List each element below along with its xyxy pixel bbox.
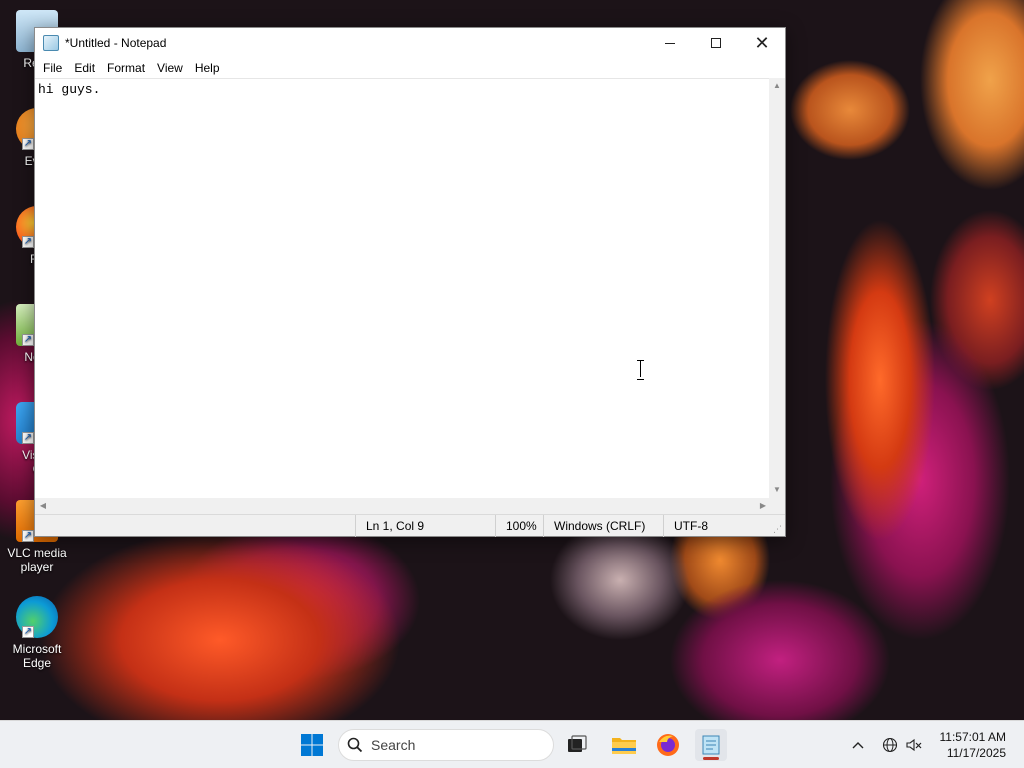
globe-icon — [882, 737, 898, 753]
menu-file[interactable]: File — [37, 58, 68, 78]
menu-view[interactable]: View — [151, 58, 189, 78]
start-button[interactable] — [296, 729, 328, 761]
desktop-icon-label: player — [20, 560, 54, 574]
tray-network[interactable] — [880, 729, 900, 761]
editor-content[interactable]: hi guys. — [35, 79, 771, 100]
horizontal-scrollbar[interactable]: ◀ ▶ — [35, 498, 771, 514]
text-cursor-icon — [636, 360, 646, 380]
edge-icon: ↗ — [16, 596, 58, 638]
desktop-icon-label: Microsoft — [12, 642, 62, 656]
notepad-icon — [702, 735, 720, 755]
window-title: *Untitled - Notepad — [65, 36, 167, 50]
clock-time: 11:57:01 AM — [939, 730, 1007, 744]
active-app-indicator — [703, 757, 719, 760]
menu-bar: File Edit Format View Help — [35, 58, 785, 78]
text-editor[interactable]: hi guys. — [35, 78, 771, 498]
shortcut-arrow-icon: ↗ — [22, 334, 34, 346]
desktop-icon-label: VLC media — [7, 546, 67, 560]
status-line-endings: Windows (CRLF) — [543, 515, 663, 537]
shortcut-arrow-icon: ↗ — [22, 432, 34, 444]
resize-grip-icon[interactable]: ⋰ — [773, 524, 783, 534]
speaker-muted-icon — [906, 738, 922, 752]
search-label: Search — [371, 737, 416, 753]
chevron-up-icon — [852, 742, 864, 749]
menu-edit[interactable]: Edit — [68, 58, 101, 78]
notepad-icon — [43, 35, 59, 51]
scroll-left-icon[interactable]: ◀ — [35, 498, 51, 514]
shortcut-arrow-icon: ↗ — [22, 236, 34, 248]
scroll-down-icon[interactable]: ▼ — [769, 482, 785, 498]
minimize-icon — [665, 42, 675, 44]
folder-icon — [612, 738, 636, 754]
status-encoding: UTF-8 — [663, 515, 773, 537]
status-cursor-position: Ln 1, Col 9 — [355, 515, 495, 537]
menu-format[interactable]: Format — [101, 58, 151, 78]
taskbar-clock[interactable]: 11:57:01 AM 11/17/2025 — [936, 729, 1007, 761]
minimize-button[interactable] — [647, 28, 693, 58]
notepad-window[interactable]: *Untitled - Notepad ✕ File Edit Format V… — [34, 27, 786, 537]
firefox-icon — [657, 734, 679, 756]
taskbar-task-view[interactable] — [561, 729, 593, 761]
scrollbar-corner — [769, 498, 785, 514]
task-view-icon — [568, 735, 587, 752]
taskbar-file-explorer[interactable] — [608, 729, 640, 761]
scroll-up-icon[interactable]: ▲ — [769, 78, 785, 94]
windows-start-icon — [301, 734, 323, 756]
desktop-icon-label: Edge — [22, 656, 52, 670]
tray-show-hidden[interactable] — [848, 729, 868, 761]
shortcut-arrow-icon: ↗ — [22, 530, 34, 542]
maximize-icon — [711, 38, 721, 48]
status-bar: Ln 1, Col 9 100% Windows (CRLF) UTF-8 ⋰ — [35, 514, 785, 537]
title-bar[interactable]: *Untitled - Notepad ✕ — [35, 28, 785, 58]
maximize-button[interactable] — [693, 28, 739, 58]
taskbar-search[interactable]: Search — [338, 729, 554, 761]
status-zoom: 100% — [495, 515, 545, 537]
clock-date: 11/17/2025 — [946, 746, 1006, 760]
tray-volume[interactable] — [904, 729, 924, 761]
menu-help[interactable]: Help — [189, 58, 226, 78]
search-icon — [347, 737, 363, 753]
vertical-scrollbar[interactable]: ▲ ▼ — [769, 78, 785, 498]
shortcut-arrow-icon: ↗ — [22, 626, 34, 638]
close-button[interactable]: ✕ — [739, 28, 785, 58]
close-icon: ✕ — [754, 32, 770, 53]
taskbar: Search 11:57:01 AM 11/17/2025 — [0, 720, 1024, 768]
desktop-icon-edge[interactable]: ↗ Microsoft Edge — [4, 596, 70, 670]
taskbar-firefox[interactable] — [652, 729, 684, 761]
shortcut-arrow-icon: ↗ — [22, 138, 34, 150]
